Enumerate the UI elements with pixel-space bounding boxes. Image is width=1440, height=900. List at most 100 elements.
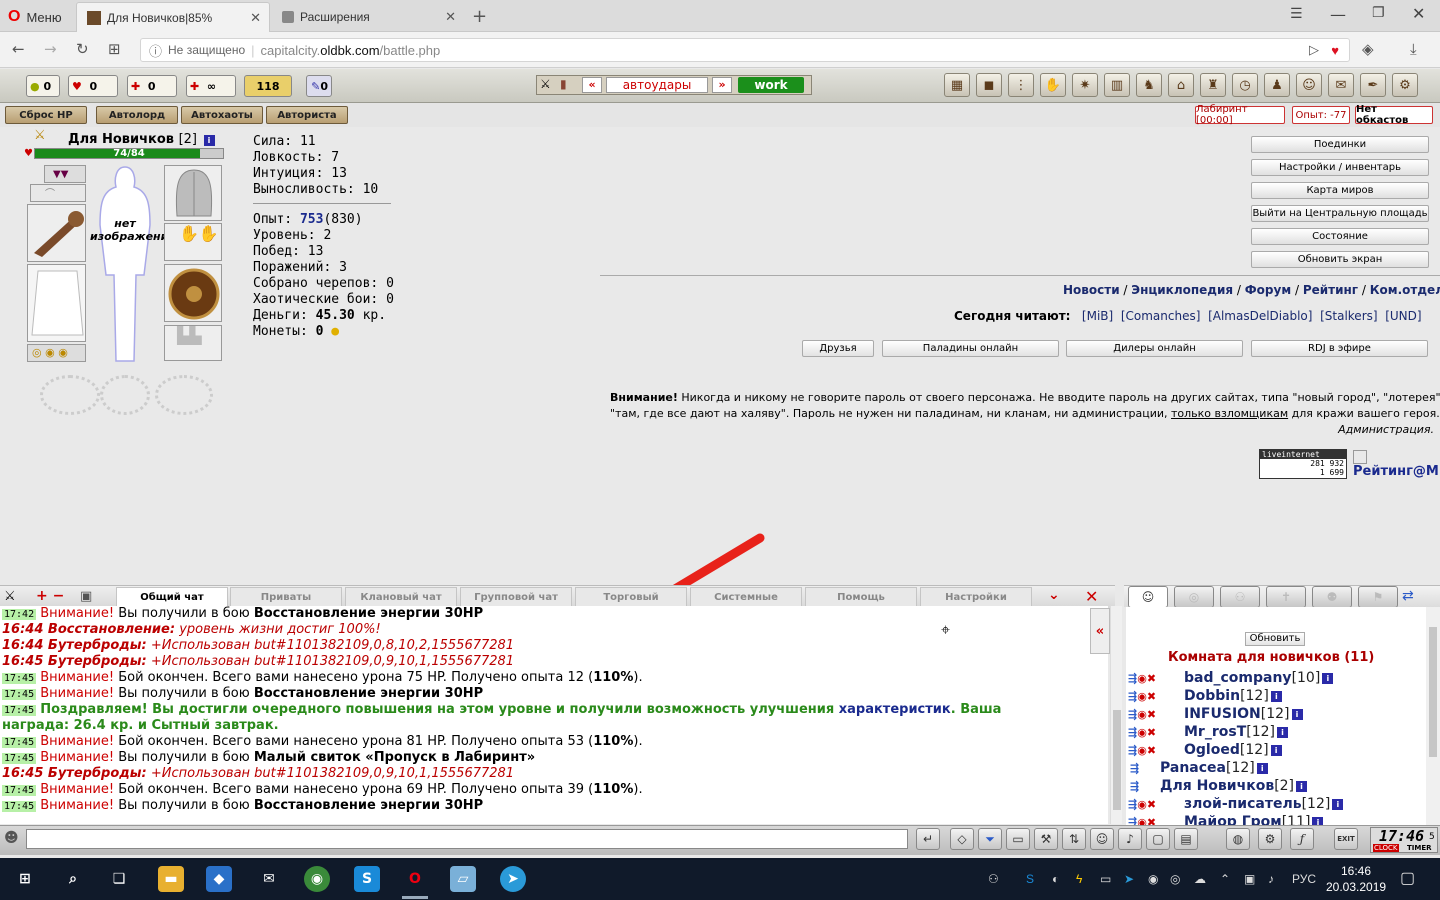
cloud-tray-icon[interactable]: ☁ bbox=[1194, 872, 1206, 886]
heart-icon[interactable]: ♥ bbox=[1331, 43, 1339, 58]
system-clock[interactable]: 16:46 20.03.2019 bbox=[1326, 863, 1386, 895]
user-entry[interactable]: ⇶ Panacea [12] i bbox=[1130, 760, 1268, 776]
close-tab-icon[interactable]: ✕ bbox=[445, 9, 456, 25]
reset-hp-button[interactable]: Сброс HP bbox=[5, 106, 87, 124]
user-entry[interactable]: ⇶◉✖ bad_company [10] i bbox=[1128, 670, 1334, 686]
chevron-up-icon[interactable]: ⌃ bbox=[1220, 872, 1230, 886]
world-map-button[interactable]: Карта миров bbox=[1251, 182, 1429, 199]
map-icon[interactable]: ▦ bbox=[944, 73, 970, 97]
send-icon[interactable]: ▷ bbox=[1309, 42, 1319, 58]
paladins-online-button[interactable]: Паладины онлайн bbox=[882, 340, 1059, 357]
language-indicator[interactable]: РУС bbox=[1292, 872, 1316, 886]
chrome-tray-icon[interactable]: ◉ bbox=[1148, 872, 1158, 886]
tab-active[interactable]: Для Новичков|85% ✕ bbox=[76, 2, 270, 32]
rating-link[interactable]: Рейтинг bbox=[1303, 283, 1358, 297]
people-tray-icon[interactable]: ⚇ bbox=[988, 872, 999, 886]
news-link[interactable]: Новости bbox=[1063, 283, 1120, 297]
lightning-tray-icon[interactable]: ϟ bbox=[1076, 872, 1082, 886]
forward-icon[interactable]: → bbox=[44, 40, 57, 58]
download-icon[interactable]: ⤓ bbox=[1410, 40, 1417, 58]
speed-dial-icon[interactable]: ⊞ bbox=[108, 40, 121, 58]
no-blocks-box[interactable]: Нет обкастов bbox=[1355, 104, 1433, 126]
font-size-buttons[interactable]: + − bbox=[36, 588, 64, 604]
network-icon[interactable]: ▣ bbox=[1244, 872, 1255, 886]
quill-icon[interactable]: ✒ bbox=[1360, 73, 1386, 97]
url-field[interactable]: ⓘ Не защищено | capitalcity. oldbk.com/ba… bbox=[140, 38, 1350, 62]
earrings-slot[interactable]: ▼▼ bbox=[44, 165, 86, 183]
rdj-live-button[interactable]: RDJ в эфире bbox=[1251, 340, 1428, 357]
chrome-icon[interactable]: ◉ bbox=[304, 866, 330, 892]
star-icon[interactable]: ✷ bbox=[1072, 73, 1098, 97]
backpack-icon[interactable]: ◼ bbox=[976, 73, 1002, 97]
tab-menu-icon[interactable]: ☰ bbox=[1290, 6, 1303, 22]
close-chat-icon[interactable]: ✕ bbox=[1085, 587, 1098, 606]
beast-icon[interactable]: ♞ bbox=[1136, 73, 1162, 97]
user-entry[interactable]: ⇶◉✖ INFUSION [12] i bbox=[1128, 706, 1303, 722]
castle-icon[interactable]: ♜ bbox=[1200, 73, 1226, 97]
chat-message-input[interactable] bbox=[26, 829, 908, 849]
clan-link[interactable]: [MiB] bbox=[1082, 309, 1113, 323]
forum-link[interactable]: Форум bbox=[1245, 283, 1291, 297]
target-icon[interactable]: ◎ bbox=[1174, 586, 1214, 608]
clan-link[interactable]: [Comanches] bbox=[1121, 309, 1201, 323]
person-icon[interactable]: ☺ bbox=[1296, 73, 1322, 97]
store-icon[interactable]: ◆ bbox=[206, 866, 232, 892]
refresh-users-button[interactable]: Обновить bbox=[1245, 632, 1305, 646]
encyclopedia-link[interactable]: Энциклопедия bbox=[1131, 283, 1233, 297]
tab-trade[interactable]: Торговый bbox=[575, 587, 687, 607]
info-badge-icon[interactable]: i bbox=[1270, 744, 1282, 756]
f-icon[interactable]: ƒ bbox=[1290, 828, 1314, 850]
steam-tray-icon[interactable]: ◎ bbox=[1170, 872, 1180, 886]
info-badge-icon[interactable]: i bbox=[1296, 780, 1308, 792]
chat-lock-icon[interactable]: ▣ bbox=[80, 589, 92, 604]
skype-tray-icon[interactable]: S bbox=[1026, 872, 1034, 886]
swords-icon[interactable]: ⚔ bbox=[540, 77, 551, 91]
bag-icon[interactable]: ◍ bbox=[1226, 828, 1250, 850]
notepad-icon[interactable]: ▱ bbox=[450, 866, 476, 892]
windows-start-icon[interactable]: ⊞ bbox=[12, 866, 38, 892]
tab-group-chat[interactable]: Групповой чат bbox=[460, 587, 572, 607]
sync-icon[interactable]: ⇄ bbox=[1402, 588, 1414, 604]
user-entry[interactable]: ⇶ Для Новичков [2] i bbox=[1130, 778, 1308, 794]
collapse-users-button[interactable]: « bbox=[1090, 608, 1110, 654]
clock-face-icon[interactable]: ◷ bbox=[1232, 73, 1258, 97]
rune-slot-2[interactable] bbox=[100, 375, 150, 415]
info-badge-icon[interactable]: i bbox=[1256, 762, 1268, 774]
fullscreen-icon[interactable]: ▢ bbox=[1146, 828, 1170, 850]
sound-icon[interactable]: ♪ bbox=[1118, 828, 1142, 850]
opera-icon[interactable]: O bbox=[402, 866, 428, 892]
close-window-icon[interactable]: ✕ bbox=[1412, 4, 1425, 23]
shield-slot[interactable] bbox=[164, 264, 222, 322]
telegram-icon[interactable]: ➤ bbox=[500, 866, 526, 892]
tab-settings[interactable]: Настройки bbox=[920, 587, 1032, 607]
telegram-tray-icon[interactable]: ➤ bbox=[1124, 872, 1134, 886]
smiley-icon[interactable]: ☺ bbox=[1090, 828, 1114, 850]
extension-icon[interactable]: ◈ bbox=[1362, 40, 1374, 58]
hammer-icon[interactable]: ⚒ bbox=[1034, 828, 1058, 850]
users-list-icon[interactable]: ☺ bbox=[1128, 586, 1168, 608]
autochaos-button[interactable]: Автохаоты bbox=[181, 106, 263, 124]
prev-arrow-button[interactable]: « bbox=[582, 77, 602, 93]
display-tray-icon[interactable]: ▭ bbox=[1100, 872, 1111, 886]
hand-icon[interactable]: ✋ bbox=[1040, 73, 1066, 97]
timestamp[interactable]: 17:45 bbox=[2, 737, 37, 748]
close-tab-icon[interactable]: ✕ bbox=[250, 10, 261, 26]
timestamp[interactable]: 17:45 bbox=[2, 753, 37, 764]
necklace-slot[interactable]: ⌒ bbox=[30, 184, 86, 202]
book-icon[interactable]: ▮ bbox=[560, 77, 567, 91]
eraser-icon[interactable]: ◇ bbox=[950, 828, 974, 850]
back-icon[interactable]: ← bbox=[12, 40, 25, 58]
user-entry[interactable]: ⇶◉✖ Dobbin [12] i bbox=[1128, 688, 1282, 704]
friends-button[interactable]: Друзья bbox=[802, 340, 874, 357]
tab-help[interactable]: Помощь bbox=[805, 587, 917, 607]
info-badge-icon[interactable]: i bbox=[1291, 708, 1303, 720]
notifications-icon[interactable]: ▢ bbox=[1400, 868, 1415, 888]
tab-extensions[interactable]: Расширения ✕ bbox=[272, 2, 464, 32]
next-arrow-button[interactable]: » bbox=[712, 77, 732, 93]
browser-menu-button[interactable]: O Меню bbox=[8, 8, 62, 26]
stat-hearts[interactable]: ♥ 0 bbox=[68, 75, 118, 97]
exit-square-button[interactable]: Выйти на Центральную площадь bbox=[1251, 205, 1429, 222]
rune-slot-3[interactable] bbox=[155, 375, 213, 415]
rune-slot-1[interactable] bbox=[40, 375, 100, 415]
mail-icon[interactable]: ✉ bbox=[256, 866, 282, 892]
